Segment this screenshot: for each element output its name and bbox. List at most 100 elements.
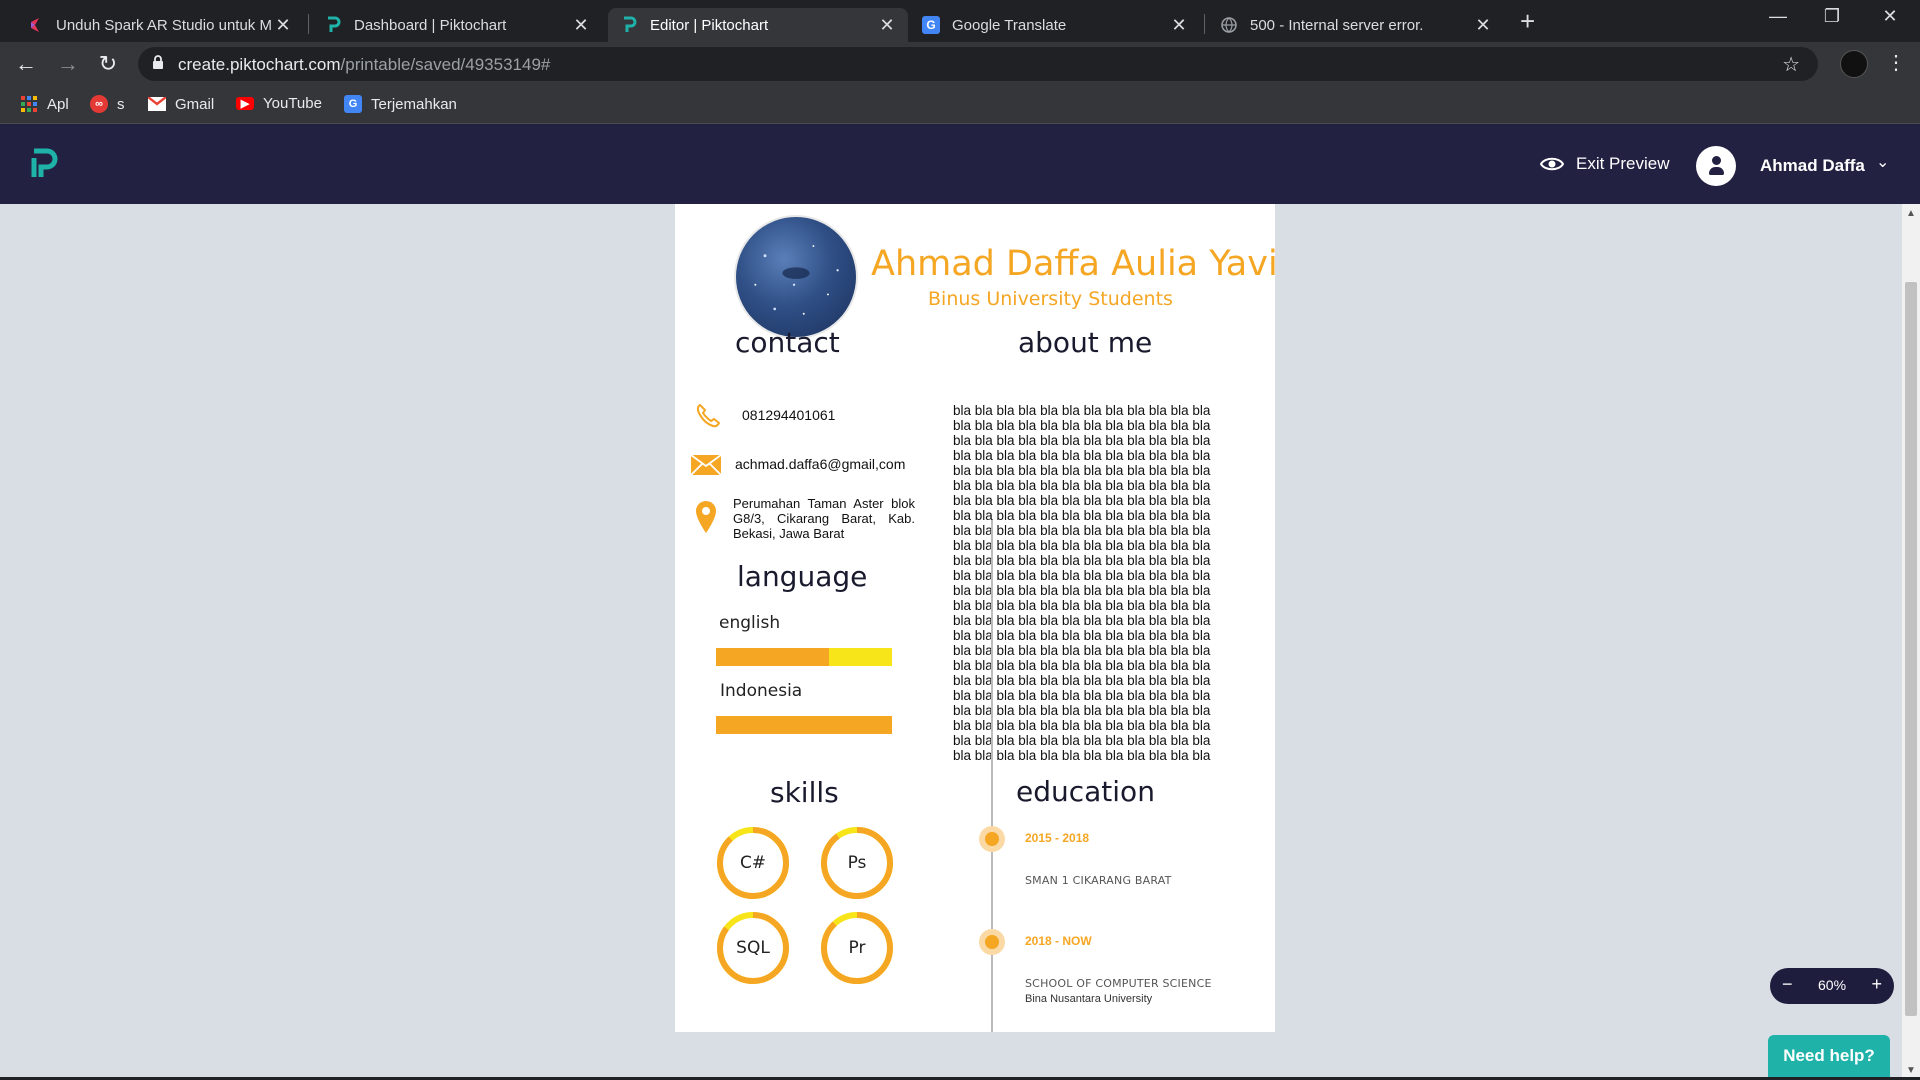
apps-grid-icon [20, 95, 38, 113]
circle-logo-icon: ∞ [90, 95, 108, 113]
email-address: achmad.daffa6@gmail,com [735, 456, 906, 472]
tab-dashboard[interactable]: Dashboard | Piktochart ✕ [312, 8, 602, 42]
bookmark-terjemahkan[interactable]: G Terjemahkan [344, 95, 457, 113]
user-name[interactable]: Ahmad Daffa [1760, 156, 1865, 176]
piktochart-header: Exit Preview Ahmad Daffa ⌄ [0, 124, 1920, 204]
about-line: bla bla bla bla bla bla bla bla bla bla … [953, 733, 1211, 748]
close-icon[interactable]: ✕ [1170, 15, 1188, 36]
about-line: bla bla bla bla bla bla bla bla bla bla … [953, 523, 1211, 538]
timeline-dot [979, 929, 1005, 955]
skill-ring: SQL [715, 910, 791, 986]
skills-heading: skills [770, 776, 839, 809]
piktochart-logo[interactable] [30, 148, 60, 180]
globe-icon [1220, 16, 1238, 34]
bookmark-label: YouTube [263, 95, 322, 112]
close-icon[interactable]: ✕ [1474, 15, 1492, 36]
url-path: /printable/saved/49353149# [340, 55, 551, 74]
user-avatar[interactable] [1696, 146, 1736, 186]
about-line: bla bla bla bla bla bla bla bla bla bla … [953, 508, 1211, 523]
bookmark-s[interactable]: ∞ s [90, 95, 125, 113]
education-heading: education [1016, 775, 1155, 808]
zoom-in-button[interactable]: + [1871, 974, 1882, 995]
gmail-icon [148, 95, 166, 113]
exit-preview-button[interactable]: Exit Preview [1540, 154, 1670, 174]
about-line: bla bla bla bla bla bla bla bla bla bla … [953, 553, 1211, 568]
profile-avatar[interactable] [1840, 50, 1868, 78]
about-text: bla bla bla bla bla bla bla bla bla bla … [953, 403, 1223, 763]
reload-button[interactable]: ↻ [94, 50, 122, 78]
minimize-button[interactable]: — [1758, 6, 1798, 27]
tab-google-translate[interactable]: G Google Translate ✕ [910, 8, 1200, 42]
about-line: bla bla bla bla bla bla bla bla bla bla … [953, 643, 1211, 658]
vertical-scrollbar[interactable]: ▲ ▼ [1902, 204, 1920, 1080]
restore-button[interactable]: ❐ [1812, 6, 1852, 27]
address: Perumahan Taman Aster blok G8/3, Cikaran… [733, 496, 915, 541]
skill-ring: C# [715, 825, 791, 901]
scroll-up-arrow[interactable]: ▲ [1906, 208, 1916, 219]
education-detail: Bina Nusantara University [1025, 993, 1153, 1005]
resume-name: Ahmad Daffa Aulia Yavi [871, 244, 1278, 284]
tab-server-error[interactable]: 500 - Internal server error. ✕ [1208, 8, 1504, 42]
scroll-down-arrow[interactable]: ▼ [1906, 1065, 1916, 1076]
menu-icon[interactable]: ⋮ [1886, 50, 1906, 75]
close-icon[interactable]: ✕ [572, 15, 590, 36]
bookmark-youtube[interactable]: ▶ YouTube [236, 95, 322, 112]
phone-icon [696, 403, 721, 428]
timeline-dot [979, 826, 1005, 852]
close-icon[interactable]: ✕ [274, 15, 292, 36]
bookmark-label: Apl [47, 95, 69, 113]
about-line: bla bla bla bla bla bla bla bla bla bla … [953, 673, 1211, 688]
tab-spark-ar[interactable]: Unduh Spark AR Studio untuk M ✕ [14, 8, 304, 42]
about-line: bla bla bla bla bla bla bla bla bla bla … [953, 568, 1211, 583]
window-close-button[interactable]: ✕ [1870, 6, 1910, 27]
address-bar[interactable]: create.piktochart.com/printable/saved/49… [138, 47, 1818, 81]
youtube-icon: ▶ [236, 97, 254, 110]
about-line: bla bla bla bla bla bla bla bla bla bla … [953, 583, 1211, 598]
zoom-out-button[interactable]: − [1782, 974, 1793, 995]
exit-preview-label: Exit Preview [1576, 154, 1670, 173]
about-line: bla bla bla bla bla bla bla bla bla bla … [953, 598, 1211, 613]
resume-page: Ahmad Daffa Aulia Yavi Binus University … [675, 204, 1278, 1032]
about-line: bla bla bla bla bla bla bla bla bla bla … [953, 748, 1211, 763]
back-button[interactable]: ← [12, 50, 40, 78]
tab-separator [308, 14, 309, 34]
need-help-button[interactable]: Need help? [1768, 1035, 1890, 1080]
about-line: bla bla bla bla bla bla bla bla bla bla … [953, 718, 1211, 733]
about-line: bla bla bla bla bla bla bla bla bla bla … [953, 433, 1211, 448]
language-level-bar [716, 716, 892, 734]
mail-icon [690, 454, 722, 476]
new-tab-button[interactable]: + [1520, 6, 1535, 37]
about-line: bla bla bla bla bla bla bla bla bla bla … [953, 658, 1211, 673]
language-level-fill [716, 716, 892, 734]
zoom-level: 60% [1818, 977, 1847, 993]
education-years: 2018 - NOW [1025, 934, 1092, 948]
skill-label: C# [739, 853, 767, 873]
language-level-fill [716, 648, 829, 666]
close-icon[interactable]: ✕ [878, 15, 896, 36]
scrollbar-thumb[interactable] [1905, 282, 1917, 1016]
language-name: english [719, 613, 781, 633]
tab-title: Dashboard | Piktochart [354, 16, 507, 34]
zoom-control: − 60% + [1770, 968, 1894, 1004]
about-line: bla bla bla bla bla bla bla bla bla bla … [953, 688, 1211, 703]
google-translate-icon: G [922, 16, 940, 34]
tab-editor[interactable]: Editor | Piktochart ✕ [608, 8, 908, 42]
forward-button[interactable]: → [54, 50, 82, 78]
location-pin-icon [696, 501, 716, 533]
chevron-down-icon[interactable]: ⌄ [1876, 152, 1889, 172]
education-school: SMAN 1 CIKARANG BARAT [1025, 874, 1172, 887]
tab-title: Editor | Piktochart [650, 16, 769, 34]
browser-toolbar: ← → ↻ create.piktochart.com/printable/sa… [0, 42, 1920, 86]
piktochart-icon [324, 16, 342, 34]
bookmark-apps[interactable]: Apl [20, 95, 69, 113]
about-heading: about me [1018, 326, 1153, 359]
profile-photo [734, 215, 858, 339]
skill-ring: Pr [819, 910, 895, 986]
lock-icon [153, 55, 163, 69]
bookmark-star-icon[interactable]: ☆ [1782, 52, 1800, 77]
url-text: create.piktochart.com/printable/saved/49… [178, 55, 550, 75]
tab-title: Google Translate [952, 16, 1067, 34]
bookmark-label: Terjemahkan [371, 95, 457, 113]
bookmark-gmail[interactable]: Gmail [148, 95, 214, 113]
language-heading: language [737, 560, 868, 593]
